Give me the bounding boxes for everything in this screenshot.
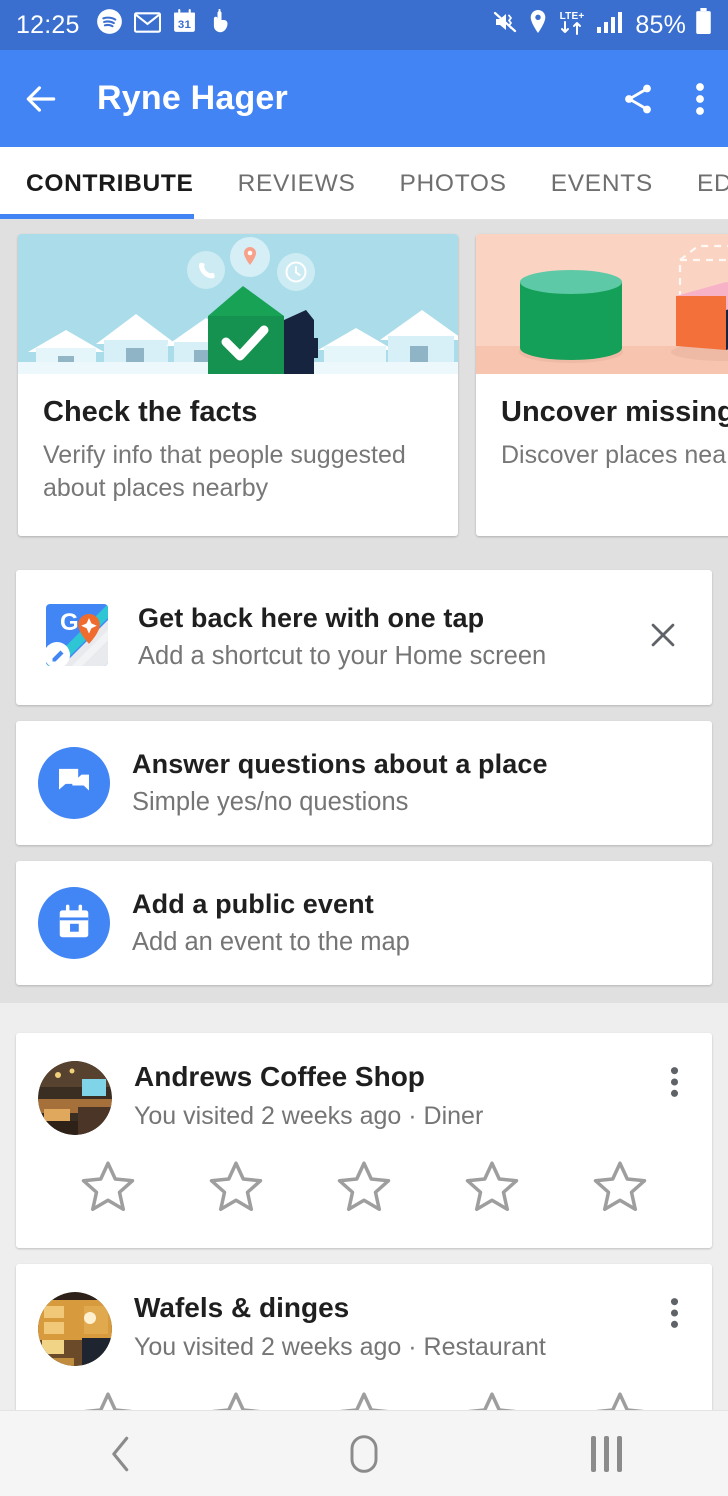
tab-reviews[interactable]: REVIEWS: [238, 147, 356, 220]
overflow-menu-icon[interactable]: [694, 81, 706, 117]
place-photo-avatar: [38, 1292, 112, 1366]
home-shortcut-text: Get back here with one tap Add a shortcu…: [138, 603, 618, 671]
place-meta: You visited 2 weeks ago · Diner: [134, 1102, 659, 1131]
calendar-31-icon: 31: [172, 9, 197, 41]
action-card-answer-questions[interactable]: Answer questions about a place Simple ye…: [16, 721, 712, 845]
home-shortcut-row[interactable]: G Get back here with one tap Add a short…: [16, 570, 712, 705]
status-bar: 12:25 31 LTE+: [0, 0, 728, 50]
promo-card-title: Uncover missing: [501, 396, 728, 429]
answer-questions-subtitle: Simple yes/no questions: [132, 788, 690, 817]
add-event-subtitle: Add an event to the map: [132, 928, 690, 957]
back-arrow-icon[interactable]: [22, 80, 60, 118]
snowy-houses-illustration: [18, 234, 458, 374]
status-bar-right: LTE+ 85%: [493, 8, 712, 43]
rating-stars[interactable]: [16, 1135, 712, 1248]
tab-edits[interactable]: EDITS: [697, 147, 728, 220]
rating-star-5[interactable]: [589, 1388, 651, 1411]
svg-text:G: G: [60, 609, 79, 636]
place-meta: You visited 2 weeks ago · Restaurant: [134, 1333, 659, 1362]
battery-percent-label: 85%: [635, 11, 686, 40]
chat-bubbles-icon-wrap: [38, 747, 110, 819]
promo-card-subtitle: Verify info that people suggested about …: [43, 439, 433, 506]
review-prompt-header: Wafels & dinges You visited 2 weeks ago …: [16, 1264, 712, 1366]
answer-questions-title: Answer questions about a place: [132, 749, 690, 780]
app-icon: [208, 9, 231, 42]
tab-bar: CONTRIBUTE REVIEWS PHOTOS EVENTS EDITS Q: [0, 147, 728, 220]
add-event-text: Add a public event Add an event to the m…: [132, 889, 690, 957]
rating-star-3[interactable]: [333, 1157, 395, 1222]
signal-bars-icon: [596, 10, 624, 41]
home-shortcut-title: Get back here with one tap: [138, 603, 618, 634]
place-name: Andrews Coffee Shop: [134, 1061, 659, 1093]
promo-card-title: Check the facts: [43, 396, 433, 429]
location-pin-icon: [528, 9, 548, 41]
phone-screen: 12:25 31 LTE+: [0, 0, 728, 1496]
gmail-icon: [134, 11, 161, 40]
promo-carousel-band: Check the facts Verify info that people …: [0, 220, 728, 552]
lte-plus-icon: LTE+: [555, 8, 589, 43]
status-bar-left: 12:25 31: [16, 8, 231, 42]
review-prompt-card[interactable]: Andrews Coffee Shop You visited 2 weeks …: [16, 1033, 712, 1248]
svg-text:31: 31: [177, 19, 191, 31]
tab-events[interactable]: EVENTS: [551, 147, 653, 220]
app-bar: Ryne Hager: [0, 50, 728, 147]
home-shortcut-card[interactable]: G Get back here with one tap Add a short…: [16, 570, 712, 705]
review-prompt-card[interactable]: Wafels & dinges You visited 2 weeks ago …: [16, 1264, 712, 1411]
spotify-icon: [96, 8, 123, 42]
action-cards-band: G Get back here with one tap Add a short…: [0, 552, 728, 1003]
close-icon[interactable]: [636, 612, 690, 663]
page-title: Ryne Hager: [97, 79, 288, 118]
app-bar-actions: [620, 81, 706, 117]
promo-card-body: Uncover missing Discover places nea info…: [476, 374, 728, 502]
recents-bar: [617, 1436, 622, 1472]
share-icon[interactable]: [620, 81, 656, 117]
calendar-event-icon: [38, 887, 110, 959]
rating-stars[interactable]: [16, 1366, 712, 1411]
contribute-content[interactable]: Check the facts Verify info that people …: [0, 220, 728, 1410]
calendar-event-icon-wrap: [38, 887, 110, 959]
promo-card-check-the-facts[interactable]: Check the facts Verify info that people …: [18, 234, 458, 536]
rating-star-1[interactable]: [77, 1388, 139, 1411]
status-bar-clock: 12:25: [16, 11, 80, 40]
nav-recents-button[interactable]: [485, 1436, 728, 1472]
promo-card-uncover-missing[interactable]: Uncover missing Discover places nea info…: [476, 234, 728, 536]
promo-carousel[interactable]: Check the facts Verify info that people …: [0, 234, 728, 536]
add-event-title: Add a public event: [132, 889, 690, 920]
rating-star-4[interactable]: [461, 1388, 523, 1411]
action-card-add-event[interactable]: Add a public event Add an event to the m…: [16, 861, 712, 985]
colored-shapes-illustration: [476, 234, 728, 374]
recents-bar: [591, 1436, 596, 1472]
promo-card-body: Check the facts Verify info that people …: [18, 374, 458, 536]
overflow-menu-icon[interactable]: [659, 1061, 690, 1108]
rating-star-2[interactable]: [205, 1157, 267, 1222]
section-divider: [0, 1003, 728, 1033]
mute-vibrate-icon: [493, 10, 521, 41]
tab-photos[interactable]: PHOTOS: [400, 147, 507, 220]
rating-star-5[interactable]: [589, 1157, 651, 1222]
tab-contribute[interactable]: CONTRIBUTE: [0, 147, 194, 220]
nav-back-button[interactable]: [0, 1434, 243, 1474]
battery-icon: [695, 8, 712, 42]
chat-bubbles-icon: [38, 747, 110, 819]
home-shortcut-subtitle: Add a shortcut to your Home screen: [138, 642, 618, 671]
system-navigation-bar: [0, 1410, 728, 1496]
add-event-row[interactable]: Add a public event Add an event to the m…: [16, 861, 712, 985]
overflow-menu-icon[interactable]: [659, 1292, 690, 1339]
rating-star-2[interactable]: [205, 1388, 267, 1411]
nav-home-button[interactable]: [243, 1434, 486, 1474]
place-photo-avatar: [38, 1061, 112, 1135]
rating-star-3[interactable]: [333, 1388, 395, 1411]
rating-star-1[interactable]: [77, 1157, 139, 1222]
svg-text:LTE+: LTE+: [560, 11, 585, 22]
recents-bar: [604, 1436, 609, 1472]
promo-card-subtitle: Discover places nea info on Maps: [501, 439, 728, 472]
rating-star-4[interactable]: [461, 1157, 523, 1222]
google-maps-contribute-icon: G: [38, 596, 116, 679]
answer-questions-text: Answer questions about a place Simple ye…: [132, 749, 690, 817]
review-prompt-header: Andrews Coffee Shop You visited 2 weeks …: [16, 1033, 712, 1135]
place-name: Wafels & dinges: [134, 1292, 659, 1324]
answer-questions-row[interactable]: Answer questions about a place Simple ye…: [16, 721, 712, 845]
